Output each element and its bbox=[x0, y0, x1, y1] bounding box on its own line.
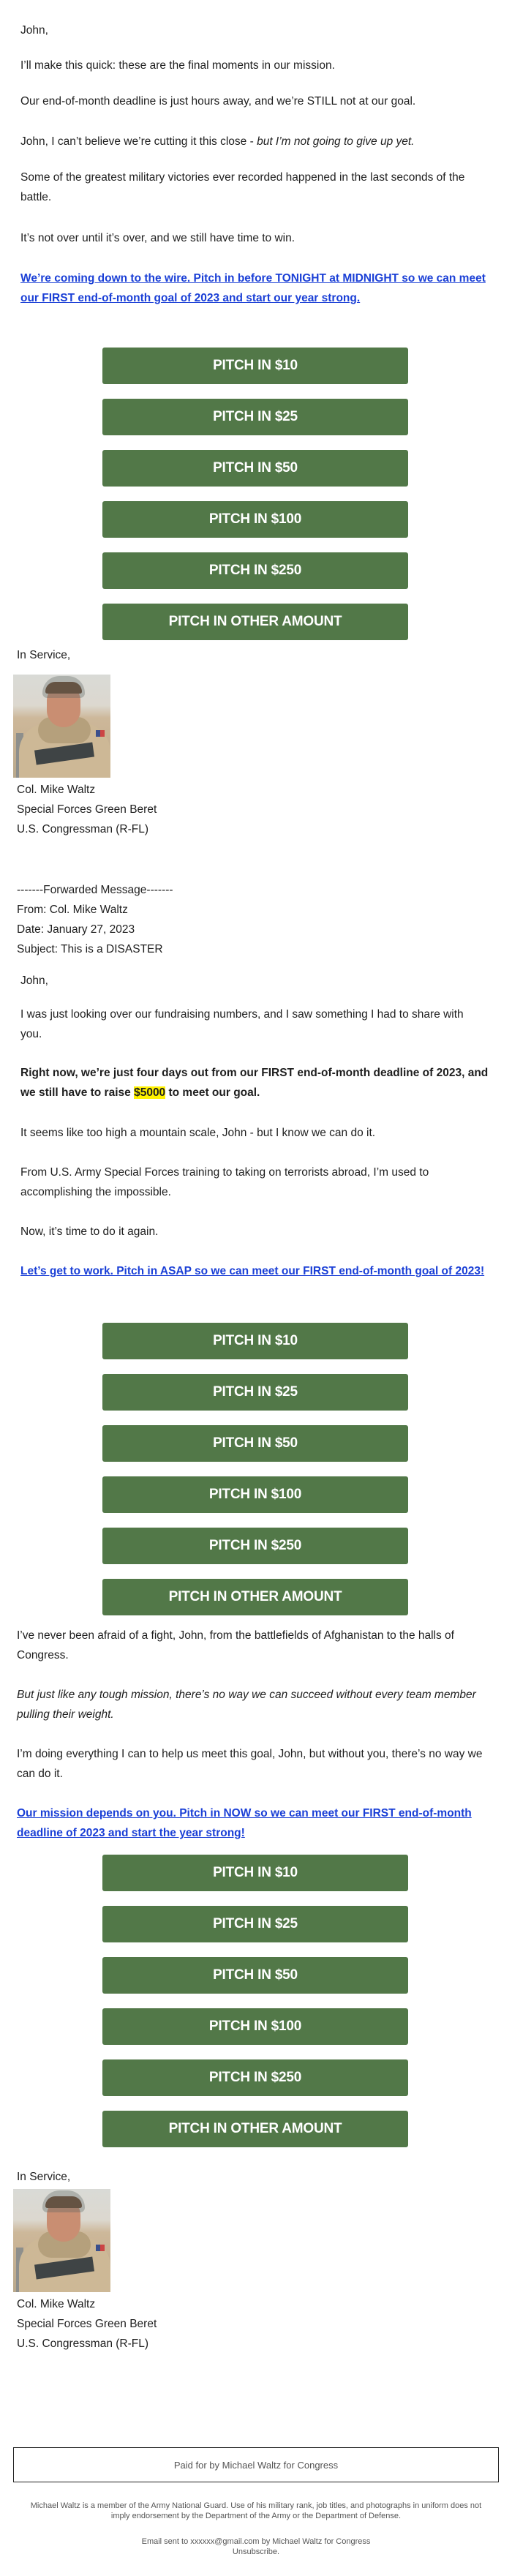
paragraph: John, I can’t believe we’re cutting it t… bbox=[20, 132, 496, 151]
signature-photo bbox=[13, 2189, 110, 2292]
pitch-in-50-button[interactable]: PITCH IN $50 bbox=[102, 1957, 408, 1994]
forwarded-date: Date: January 27, 2023 bbox=[17, 923, 135, 936]
signature-name: Col. Mike Waltz bbox=[17, 2298, 96, 2310]
signature-title: U.S. Congressman (R-FL) bbox=[17, 823, 149, 835]
forwarded-subject: Subject: This is a DISASTER bbox=[17, 943, 163, 955]
italic-text: but I’m not going to give up yet. bbox=[257, 135, 415, 148]
cta-link[interactable]: Let’s get to work. Pitch in ASAP so we c… bbox=[20, 1265, 484, 1277]
pitch-in-250-button[interactable]: PITCH IN $250 bbox=[102, 2059, 408, 2096]
unsubscribe-row: Unsubscribe. bbox=[0, 2547, 512, 2557]
signature-title: U.S. Congressman (R-FL) bbox=[17, 2337, 149, 2350]
forwarded-divider: -------Forwarded Message------- bbox=[17, 884, 173, 896]
highlighted-amount: $5000 bbox=[134, 1086, 166, 1099]
cta-paragraph: Let’s get to work. Pitch in ASAP so we c… bbox=[20, 1261, 489, 1281]
paid-for-box: Paid for by Michael Waltz for Congress bbox=[13, 2447, 499, 2482]
pitch-in-50-button[interactable]: PITCH IN $50 bbox=[102, 450, 408, 487]
pitch-in-100-button[interactable]: PITCH IN $100 bbox=[102, 2008, 408, 2045]
cta-link[interactable]: We’re coming down to the wire. Pitch in … bbox=[20, 272, 486, 304]
pitch-in-25-button[interactable]: PITCH IN $25 bbox=[102, 399, 408, 435]
pitch-in-250-button[interactable]: PITCH IN $250 bbox=[102, 1528, 408, 1564]
greeting: John, bbox=[20, 24, 48, 37]
signature-closing: In Service, bbox=[17, 2171, 71, 2183]
pitch-in-other-amount-button[interactable]: PITCH IN OTHER AMOUNT bbox=[102, 1579, 408, 1615]
italic-paragraph: But just like any tough mission, there’s… bbox=[17, 1689, 476, 1721]
pitch-in-other-amount-button[interactable]: PITCH IN OTHER AMOUNT bbox=[102, 2111, 408, 2147]
paragraph: I was just looking over our fundraising … bbox=[20, 1008, 464, 1040]
pitch-in-50-button[interactable]: PITCH IN $50 bbox=[102, 1425, 408, 1462]
paragraph: Now, it’s time to do it again. bbox=[20, 1225, 159, 1238]
signature-title: Special Forces Green Beret bbox=[17, 2318, 157, 2330]
pitch-in-250-button[interactable]: PITCH IN $250 bbox=[102, 552, 408, 589]
paragraph: It seems like too high a mountain scale,… bbox=[20, 1127, 376, 1139]
signature-name: Col. Mike Waltz bbox=[17, 784, 96, 796]
pitch-in-25-button[interactable]: PITCH IN $25 bbox=[102, 1374, 408, 1411]
forwarded-from: From: Col. Mike Waltz bbox=[17, 904, 128, 916]
cta-link[interactable]: Our mission depends on you. Pitch in NOW… bbox=[17, 1807, 472, 1839]
paid-for-text: Paid for by Michael Waltz for Congress bbox=[173, 2459, 339, 2471]
disclaimer: Michael Waltz is a member of the Army Na… bbox=[30, 2501, 482, 2520]
pitch-in-other-amount-button[interactable]: PITCH IN OTHER AMOUNT bbox=[102, 604, 408, 640]
paragraph: I’ve never been afraid of a fight, John,… bbox=[17, 1629, 454, 1661]
paragraph: Right now, we’re just four days out from… bbox=[20, 1063, 496, 1103]
pitch-in-100-button[interactable]: PITCH IN $100 bbox=[102, 501, 408, 538]
pitch-in-10-button[interactable]: PITCH IN $10 bbox=[102, 1855, 408, 1891]
cta-paragraph: We’re coming down to the wire. Pitch in … bbox=[20, 269, 489, 308]
paragraph: I’ll make this quick: these are the fina… bbox=[20, 59, 335, 72]
paragraph: Some of the greatest military victories … bbox=[20, 171, 465, 203]
paragraph: I’m doing everything I can to help us me… bbox=[17, 1748, 483, 1780]
paragraph: Our end-of-month deadline is just hours … bbox=[20, 95, 416, 108]
unsubscribe-link[interactable]: Unsubscribe. bbox=[233, 2547, 279, 2556]
text: to meet our goal. bbox=[165, 1086, 260, 1099]
pitch-in-10-button[interactable]: PITCH IN $10 bbox=[102, 1323, 408, 1359]
paragraph: It’s not over until it’s over, and we st… bbox=[20, 232, 295, 244]
pitch-in-100-button[interactable]: PITCH IN $100 bbox=[102, 1476, 408, 1513]
signature-photo bbox=[13, 675, 110, 778]
pitch-in-10-button[interactable]: PITCH IN $10 bbox=[102, 348, 408, 384]
cta-paragraph: Our mission depends on you. Pitch in NOW… bbox=[17, 1803, 496, 1843]
pitch-in-25-button[interactable]: PITCH IN $25 bbox=[102, 1906, 408, 1942]
signature-closing: In Service, bbox=[17, 649, 71, 661]
greeting: John, bbox=[20, 975, 48, 987]
signature-title: Special Forces Green Beret bbox=[17, 803, 157, 816]
email-sent-to: Email sent to xxxxxx@gmail.com by Michae… bbox=[141, 2537, 371, 2546]
text: John, I can’t believe we’re cutting it t… bbox=[20, 135, 257, 148]
paragraph: From U.S. Army Special Forces training t… bbox=[20, 1166, 429, 1198]
